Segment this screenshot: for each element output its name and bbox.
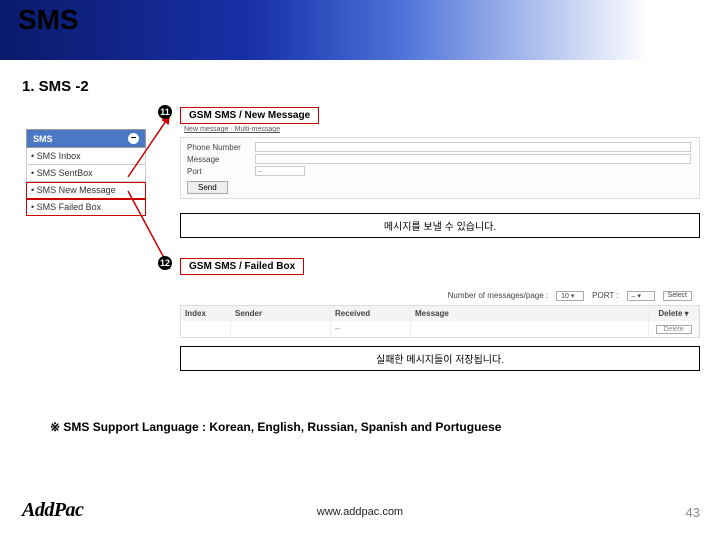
td-received: – <box>331 321 411 337</box>
th-message: Message <box>411 306 649 321</box>
footer-url: www.addpac.com <box>317 506 403 518</box>
new-message-caption: 메시지를 보낼 수 있습니다. <box>180 213 700 238</box>
failed-box-table: Index Sender Received Message Delete ▾ –… <box>180 305 700 338</box>
sms-menu-inbox[interactable]: SMS Inbox <box>26 148 146 165</box>
phone-input[interactable] <box>255 142 691 152</box>
th-sender: Sender <box>231 306 331 321</box>
port-filter-label: PORT : <box>592 291 618 301</box>
select-button[interactable]: Select <box>663 291 692 301</box>
sms-menu-failed[interactable]: SMS Failed Box <box>26 199 146 216</box>
failed-box-heading: GSM SMS / Failed Box <box>180 258 304 275</box>
msgs-per-page-label: Number of messages/page : <box>448 291 549 301</box>
table-header: Index Sender Received Message Delete ▾ <box>181 306 699 321</box>
message-label: Message <box>187 155 255 164</box>
new-message-block: 11 GSM SMS / New Message New message · M… <box>180 105 700 199</box>
td-sender <box>231 321 331 337</box>
new-message-heading: GSM SMS / New Message <box>180 107 319 124</box>
support-language-note: ※ SMS Support Language : Korean, English… <box>50 420 501 434</box>
page-title: SMS <box>18 4 79 36</box>
th-index: Index <box>181 306 231 321</box>
failed-box-caption: 실패한 메시지들이 저장됩니다. <box>180 346 700 371</box>
th-received: Received <box>331 306 411 321</box>
message-input[interactable] <box>255 154 691 164</box>
content-area: SMS – SMS Inbox SMS SentBox SMS New Mess… <box>0 105 720 371</box>
msgs-per-page-select[interactable]: 10 ▾ <box>556 291 584 301</box>
th-delete[interactable]: Delete ▾ <box>649 306 699 321</box>
section-subtitle: 1. SMS -2 <box>0 60 720 105</box>
port-filter-select[interactable]: – ▾ <box>627 291 655 301</box>
callout-12-icon: 12 <box>158 256 172 270</box>
sms-menu-newmsg[interactable]: SMS New Message <box>26 182 146 199</box>
table-row: – Delete <box>181 321 699 337</box>
send-button[interactable]: Send <box>187 181 228 194</box>
collapse-icon[interactable]: – <box>128 133 139 144</box>
port-select[interactable]: – <box>255 166 305 176</box>
port-label: Port <box>187 167 255 176</box>
td-index <box>181 321 231 337</box>
failed-box-block: 12 GSM SMS / Failed Box <box>180 256 700 277</box>
sms-menu-sentbox[interactable]: SMS SentBox <box>26 165 146 182</box>
failed-box-controls: Number of messages/page : 10 ▾ PORT : – … <box>180 291 700 301</box>
new-message-form: Phone Number Message Port – Send <box>180 137 700 199</box>
sms-menu-header[interactable]: SMS – <box>26 129 146 148</box>
sms-side-menu: SMS – SMS Inbox SMS SentBox SMS New Mess… <box>26 129 146 216</box>
delete-button[interactable]: Delete <box>656 325 692 334</box>
footer-logo: AddPac <box>22 499 83 522</box>
footer-page: 43 <box>686 505 700 520</box>
title-bar: SMS <box>0 0 720 60</box>
phone-label: Phone Number <box>187 143 255 152</box>
td-delete: Delete <box>649 321 699 337</box>
td-message <box>411 321 649 337</box>
callout-11-icon: 11 <box>158 105 172 119</box>
sms-menu-title: SMS <box>33 134 53 144</box>
new-message-subhead: New message · Multi-message <box>184 126 700 133</box>
